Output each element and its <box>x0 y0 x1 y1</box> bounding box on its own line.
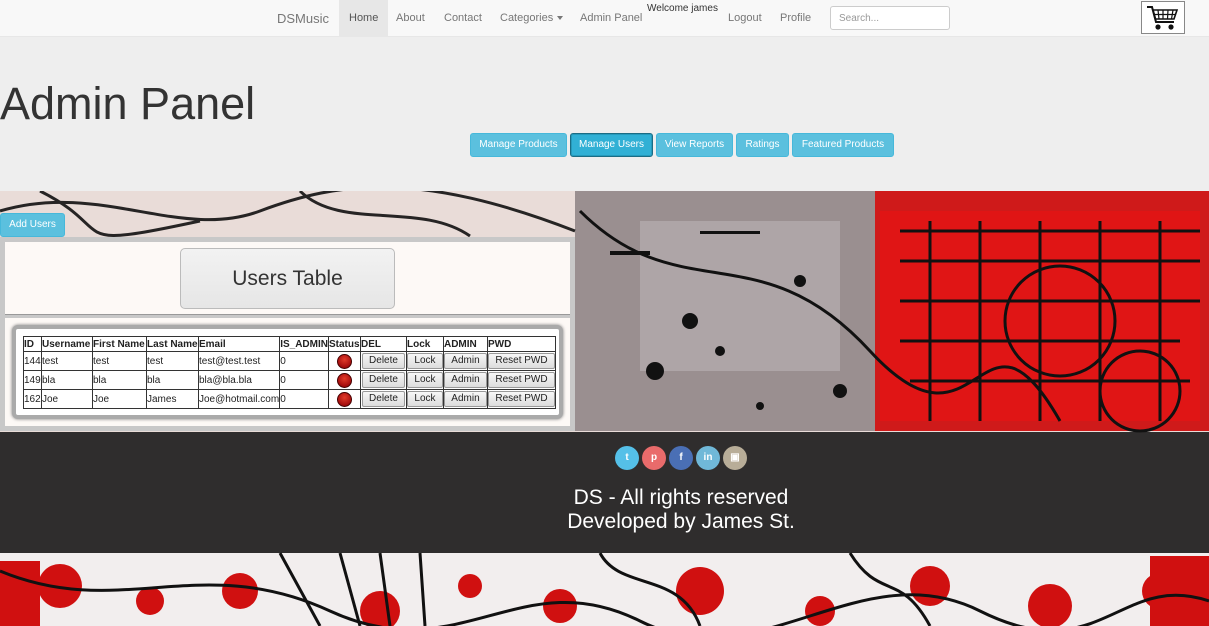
facebook-icon[interactable]: f <box>669 446 693 470</box>
pinterest-icon[interactable]: p <box>642 446 666 470</box>
column-header: Username <box>41 336 93 352</box>
delete-button[interactable]: Delete <box>362 372 405 388</box>
users-table-container: ID Username First Name Last Name Email I… <box>12 325 563 419</box>
user-username: Joe <box>41 389 93 409</box>
view-reports-button[interactable]: View Reports <box>656 133 733 157</box>
user-admin-cell: Admin <box>442 370 488 390</box>
user-status <box>327 370 361 390</box>
delete-button[interactable]: Delete <box>362 391 405 407</box>
column-header: IS_ADMIN <box>279 336 329 352</box>
table-row: 149 bla bla bla bla@bla.bla 0 Delete Loc… <box>23 370 556 390</box>
nav-profile[interactable]: Profile <box>770 0 821 36</box>
status-red-icon <box>336 391 352 407</box>
user-last-name: bla <box>146 370 199 390</box>
admin-button[interactable]: Admin <box>444 353 487 369</box>
shopping-cart-icon <box>1147 5 1179 30</box>
table-header-row: ID Username First Name Last Name Email I… <box>23 336 556 352</box>
add-users-button[interactable]: Add Users <box>0 213 65 237</box>
nav-categories-label: Categories <box>500 12 554 24</box>
cart-button[interactable] <box>1141 1 1185 34</box>
nav-contact[interactable]: Contact <box>434 0 492 36</box>
user-status <box>327 389 361 409</box>
user-first-name: bla <box>92 370 147 390</box>
nav-logout[interactable]: Logout <box>718 0 772 36</box>
user-id: 162 <box>23 389 42 409</box>
admin-button[interactable]: Admin <box>444 391 487 407</box>
user-id: 144 <box>23 351 42 371</box>
user-admin-cell: Admin <box>442 351 488 371</box>
lock-button[interactable]: Lock <box>407 353 443 369</box>
user-id: 149 <box>23 370 42 390</box>
user-lock-cell: Lock <box>405 351 444 371</box>
status-red-icon <box>336 372 352 388</box>
user-email: bla@bla.bla <box>197 370 281 390</box>
nav-home[interactable]: Home <box>339 0 389 36</box>
reset-pwd-button[interactable]: Reset PWD <box>488 391 555 407</box>
search-input[interactable] <box>830 6 950 30</box>
user-last-name: James <box>146 389 199 409</box>
user-username: test <box>41 351 93 371</box>
user-pwd-cell: Reset PWD <box>486 351 556 371</box>
user-pwd-cell: Reset PWD <box>486 389 556 409</box>
admin-button[interactable]: Admin <box>444 372 487 388</box>
column-header: First Name <box>92 336 147 352</box>
user-is-admin: 0 <box>279 389 329 409</box>
top-navbar: DSMusic Home About Contact Categories Ad… <box>0 0 1209 37</box>
status-red-icon <box>336 353 352 369</box>
column-header: ID <box>23 336 42 352</box>
users-table-title: Users Table <box>180 248 395 309</box>
user-lock-cell: Lock <box>405 370 444 390</box>
users-panel-body: Users Table ID Username First Name Last … <box>5 242 570 426</box>
footer-developer: Developed by James St. <box>567 510 795 533</box>
twitter-icon[interactable]: t <box>615 446 639 470</box>
chevron-down-icon <box>557 16 564 21</box>
linkedin-icon[interactable]: in <box>696 446 720 470</box>
page-title: Admin Panel <box>0 78 256 129</box>
column-header: Lock <box>405 336 444 352</box>
column-header: DEL <box>359 336 407 352</box>
nav-about[interactable]: About <box>386 0 435 36</box>
user-del-cell: Delete <box>359 370 407 390</box>
footer-copyright: DS - All rights reserved <box>573 486 789 509</box>
column-header: Last Name <box>146 336 199 352</box>
column-header: Email <box>197 336 281 352</box>
table-row: 162 Joe Joe James Joe@hotmail.com 0 Dele… <box>23 389 556 409</box>
table-row: 144 test test test test@test.test 0 Dele… <box>23 351 556 371</box>
user-lock-cell: Lock <box>405 389 444 409</box>
user-pwd-cell: Reset PWD <box>486 370 556 390</box>
users-panel: Users Table ID Username First Name Last … <box>0 237 575 431</box>
column-header: ADMIN <box>442 336 488 352</box>
user-email: test@test.test <box>197 351 281 371</box>
brand-logo[interactable]: DSMusic <box>277 11 329 26</box>
welcome-text: Welcome james <box>647 3 718 14</box>
panel-divider <box>5 314 570 318</box>
user-del-cell: Delete <box>359 389 407 409</box>
nav-categories-dropdown[interactable]: Categories <box>490 0 573 36</box>
nav-admin-panel[interactable]: Admin Panel <box>570 0 652 36</box>
reset-pwd-button[interactable]: Reset PWD <box>488 372 555 388</box>
user-last-name: test <box>146 351 199 371</box>
user-first-name: test <box>92 351 147 371</box>
manage-products-button[interactable]: Manage Products <box>470 133 567 157</box>
lock-button[interactable]: Lock <box>407 391 443 407</box>
user-username: bla <box>41 370 93 390</box>
user-admin-cell: Admin <box>442 389 488 409</box>
user-status <box>327 351 361 371</box>
instagram-icon[interactable]: ▣ <box>723 446 747 470</box>
ratings-button[interactable]: Ratings <box>736 133 789 157</box>
column-header: Status <box>327 336 361 352</box>
reset-pwd-button[interactable]: Reset PWD <box>488 353 555 369</box>
users-table: ID Username First Name Last Name Email I… <box>23 336 556 409</box>
column-header: PWD <box>486 336 556 352</box>
lock-button[interactable]: Lock <box>407 372 443 388</box>
featured-products-button[interactable]: Featured Products <box>792 133 894 157</box>
user-del-cell: Delete <box>359 351 407 371</box>
user-is-admin: 0 <box>279 370 329 390</box>
manage-users-button[interactable]: Manage Users <box>570 133 653 157</box>
user-email: Joe@hotmail.com <box>197 389 281 409</box>
user-first-name: Joe <box>92 389 147 409</box>
user-is-admin: 0 <box>279 351 329 371</box>
delete-button[interactable]: Delete <box>362 353 405 369</box>
